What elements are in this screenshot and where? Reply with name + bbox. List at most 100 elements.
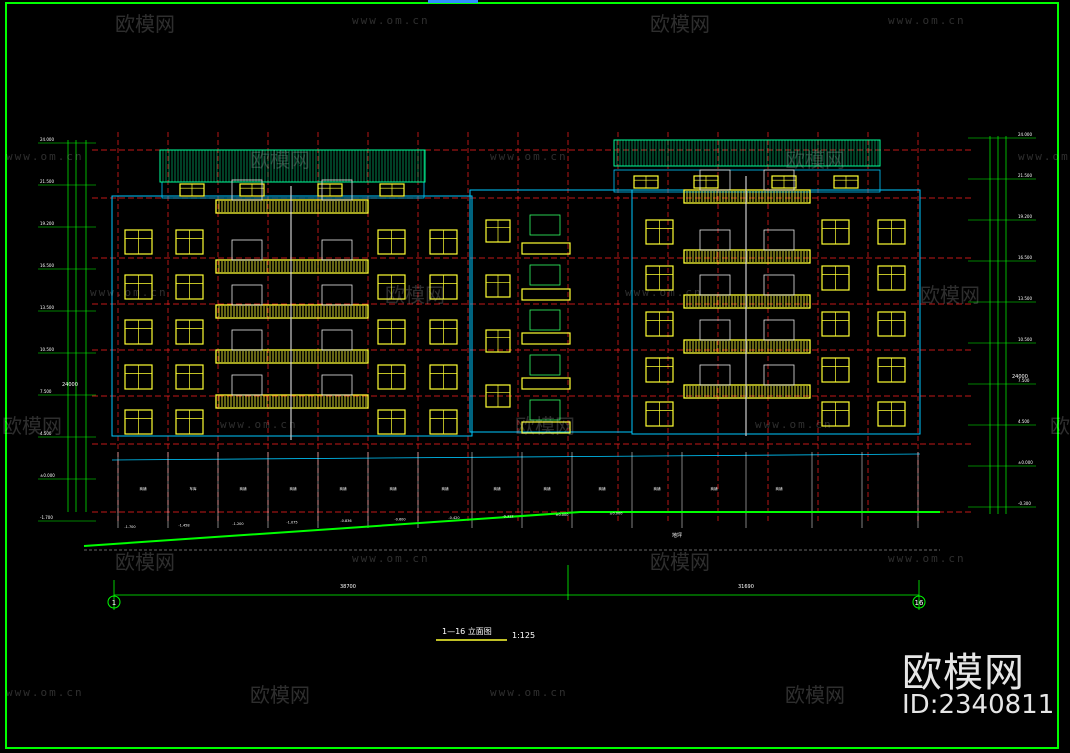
shop-label: 商铺 [390,486,398,491]
tab-indicator [428,0,478,3]
balcony-door [763,364,795,386]
watermark-url: www.om.cn [6,150,84,163]
shop-label: 商铺 [340,486,348,491]
right-level-label: 4.500 [1018,419,1030,424]
watermark-url: www.om.cn [220,418,298,431]
watermark-url: www.om.cn [6,686,84,699]
drawing-title: 1—16 立面图 [442,626,492,636]
right-height-total: 24000 [1012,374,1028,380]
ground-elevation-mark: -0.836 [340,519,351,523]
balcony-door [231,179,263,201]
left-level-label: 21.500 [40,179,54,184]
watermark-url: www.om.cn [352,552,430,565]
balcony-door [699,274,731,296]
balcony-door [321,374,353,396]
watermark-url: www.om.cn [90,286,168,299]
right-roof-parapet [613,169,881,193]
stair-window [529,354,561,376]
stair-window [529,264,561,286]
ground-elevation-mark: -0.312 [502,515,513,519]
left-level-label: -1.700 [40,515,53,520]
right-level-label: ±0.000 [1018,460,1033,465]
shop-label: 商铺 [494,486,502,491]
watermark-brand: 欧模网 [650,12,710,36]
ground-elevation-mark: ±0.000 [556,513,569,517]
watermark-brand: 欧模网 [115,550,175,574]
balcony-door [231,284,263,306]
balcony-door [231,374,263,396]
dim-partial: 31690 [738,584,754,590]
left-level-label: 13.500 [40,305,54,310]
balcony-door [321,239,353,261]
balcony-door [231,239,263,261]
shop-label: 车库 [190,486,197,491]
right-level-label: -0.300 [1018,501,1031,506]
shop-label: 商铺 [290,486,298,491]
left-level-label: ±0.000 [40,473,55,478]
right-level-label: 13.500 [1018,296,1032,301]
ground-elevation-mark: -1.458 [178,524,189,528]
stair-balcony [521,332,571,345]
balcony-door [699,319,731,341]
stair-window [529,214,561,236]
shop-label: 商铺 [599,486,607,491]
right-level-label: 19.200 [1018,214,1032,219]
ground-elevation-mark: -0.420 [448,516,459,520]
watermark-brand: 欧模网 [1050,414,1070,438]
drawing-scale: 1:125 [512,631,535,640]
balcony-door [321,179,353,201]
ground-elevation-mark: ±0.000 [610,512,623,516]
watermark-brand: 欧模网 [650,550,710,574]
watermark-url: www.om.cn [490,686,568,699]
watermark-url: www.om.cn [1018,150,1070,163]
left-level-label: 10.500 [40,347,54,352]
balcony-door [763,229,795,251]
watermark-url: www.om.cn [352,14,430,27]
left-level-label: 24.000 [40,137,54,142]
watermark-brand: 欧模网 [785,683,845,707]
watermark-brand: 欧模网 [2,414,62,438]
watermark-brand: 欧模网 [515,414,575,438]
left-level-label: 19.200 [40,221,54,226]
dim-total: 38700 [340,584,356,590]
watermark-id: ID:2340811 [902,690,1055,720]
watermark-url: www.om.cn [625,286,703,299]
watermark-url: www.om.cn [490,150,568,163]
ground-elevation-mark: -1.075 [286,521,297,525]
stair-balcony [521,377,571,390]
left-level-label: 7.500 [40,389,52,394]
watermark-url: www.om.cn [755,418,833,431]
stair-balcony [521,242,571,255]
watermark-brand: 欧模网 [250,148,310,172]
axis-label-start: 1 [112,599,116,607]
ground-floor-beam [111,453,921,461]
watermark-url: www.om.cn [888,552,966,565]
watermark-brand: 欧模网 [920,283,980,307]
shop-label: 商铺 [442,486,450,491]
balcony-door [231,329,263,351]
ground-label: 地坪 [672,532,682,539]
balcony-door [699,364,731,386]
stair-window [529,309,561,331]
watermark-brand: 欧模网 [785,148,845,172]
stair-balcony [521,288,571,301]
left-height-total: 24000 [62,382,78,388]
watermark-brand: 欧模网 [115,12,175,36]
cad-viewport: 商铺 车库 商铺 商铺 商铺 商铺 商铺 商铺 商铺 商铺 商铺 商铺 商铺 -1.700 -1.458 -1… [0,0,1070,753]
shop-label: 商铺 [140,486,147,491]
watermark-brand: 欧模网 [250,683,310,707]
watermark-brand: 欧模网 [385,283,445,307]
axis-label-end: 16 [915,599,924,607]
balcony-door [321,329,353,351]
right-level-label: 10.500 [1018,337,1032,342]
watermark-url: www.om.cn [888,14,966,27]
right-level-label: 24.000 [1018,132,1032,137]
shop-label: 商铺 [776,486,784,491]
right-level-label: 21.500 [1018,173,1032,178]
balcony-door [763,274,795,296]
balcony-door [321,284,353,306]
shop-label: 商铺 [544,486,552,491]
balcony-door [699,229,731,251]
ground-elevation-mark: -0.600 [394,518,405,522]
ground-elevation-mark: -1.700 [124,525,135,529]
